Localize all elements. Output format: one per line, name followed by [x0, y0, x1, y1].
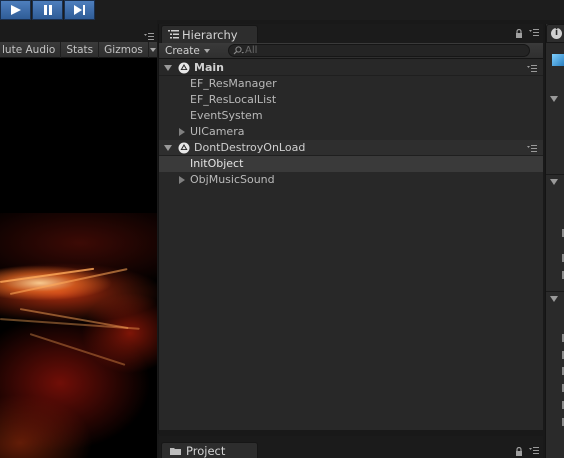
hierarchy-tabbar: Hierarchy — [159, 24, 543, 43]
fire-effect — [0, 213, 157, 458]
unity-scene-icon — [178, 62, 190, 74]
tab-inspector[interactable]: i — [546, 24, 564, 43]
expand-arrow-icon[interactable] — [550, 296, 558, 302]
collapsed-arrow-icon[interactable] — [179, 176, 185, 184]
tree-item-label: UICamera — [190, 125, 245, 138]
tab-project[interactable]: Project — [161, 442, 258, 458]
chevron-down-icon — [203, 49, 210, 53]
tree-item[interactable]: EventSystem — [159, 108, 543, 124]
panel-menu-icon[interactable] — [144, 33, 154, 40]
expand-arrow-icon[interactable] — [550, 179, 558, 185]
unity-scene-icon — [178, 142, 190, 154]
tree-item[interactable]: EF_ResManager — [159, 76, 543, 92]
gizmos-dropdown[interactable] — [149, 42, 157, 58]
inspector-panel: i — [545, 24, 564, 458]
scene-label: DontDestroyOnLoad — [194, 141, 306, 154]
gameobject-icon — [552, 54, 564, 66]
tree-item-label: EF_ResManager — [190, 77, 277, 90]
game-toolbar: lute Audio Stats Gizmos — [0, 41, 157, 58]
tree-item-label: ObjMusicSound — [190, 173, 275, 186]
pause-icon — [43, 5, 52, 15]
tab-hierarchy-label: Hierarchy — [182, 27, 238, 42]
panel-menu-icon[interactable] — [529, 447, 539, 454]
expand-arrow-icon[interactable] — [164, 145, 172, 151]
panel-menu-icon[interactable] — [529, 29, 539, 36]
step-button[interactable] — [64, 0, 95, 20]
chevron-down-icon — [149, 47, 156, 52]
expand-arrow-icon[interactable] — [164, 65, 172, 71]
pause-button[interactable] — [32, 0, 63, 20]
hierarchy-tree: Main EF_ResManager EF_ResLocalList Event… — [159, 60, 543, 188]
mute-audio-button[interactable]: lute Audio — [0, 41, 62, 58]
step-icon — [73, 5, 85, 15]
hierarchy-panel: Hierarchy Create Main — [159, 24, 543, 430]
tree-item[interactable]: ObjMusicSound — [159, 172, 543, 188]
tree-item-selected[interactable]: InitObject — [159, 156, 543, 172]
scene-row-dontdestroyonload[interactable]: DontDestroyOnLoad — [159, 140, 543, 156]
game-view: lute Audio Stats Gizmos — [0, 20, 157, 458]
expand-arrow-icon[interactable] — [550, 96, 558, 102]
tab-project-label: Project — [186, 443, 226, 458]
hierarchy-toolbar: Create — [159, 43, 543, 59]
scene-row-main[interactable]: Main — [159, 60, 543, 76]
tree-item-label: EF_ResLocalList — [190, 93, 277, 106]
tree-item[interactable]: EF_ResLocalList — [159, 92, 543, 108]
play-button[interactable] — [0, 0, 31, 20]
stats-button[interactable]: Stats — [61, 41, 100, 58]
project-tabbar: Project — [159, 436, 543, 458]
tree-item-label: EventSystem — [190, 109, 263, 122]
lock-icon[interactable] — [515, 447, 523, 456]
game-render[interactable] — [0, 58, 157, 458]
create-button[interactable]: Create — [165, 43, 210, 59]
scene-label: Main — [194, 61, 224, 74]
tree-item[interactable]: UICamera — [159, 124, 543, 140]
collapsed-arrow-icon[interactable] — [179, 128, 185, 136]
search-icon — [233, 46, 244, 55]
hierarchy-icon — [168, 30, 179, 39]
folder-icon — [170, 447, 181, 455]
tree-item-label: InitObject — [190, 157, 244, 170]
tab-hierarchy[interactable]: Hierarchy — [161, 25, 258, 43]
search-field[interactable] — [228, 44, 530, 57]
create-label: Create — [165, 45, 200, 57]
game-tabstrip — [0, 20, 157, 42]
gizmos-button[interactable]: Gizmos — [99, 41, 149, 58]
search-input[interactable] — [245, 45, 505, 56]
play-icon — [10, 5, 21, 15]
play-toolbar — [0, 0, 564, 20]
info-icon: i — [551, 28, 562, 39]
scene-menu-icon[interactable] — [527, 65, 537, 72]
lock-icon[interactable] — [515, 29, 523, 38]
scene-menu-icon[interactable] — [527, 145, 537, 152]
